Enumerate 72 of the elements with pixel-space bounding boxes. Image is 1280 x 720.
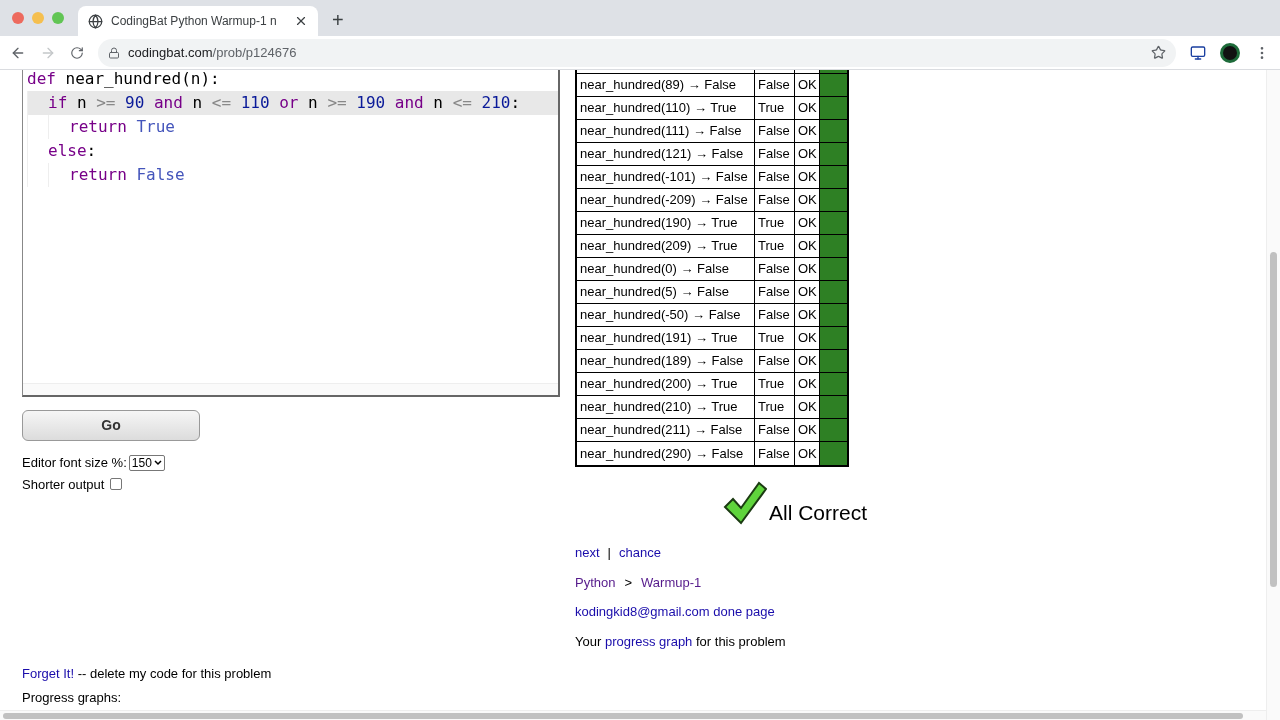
breadcrumb-separator: > [624,573,633,592]
code-line: return True [27,115,558,139]
progress-suffix: for this problem [696,633,786,649]
run-cell: False [755,350,795,372]
expected-cell: near_hundred(89) → False [577,74,755,96]
checkmark-icon [723,481,767,525]
done-page-link[interactable]: kodingkid8@gmail.com done page [575,602,880,622]
globe-icon [88,13,103,29]
run-cell: True [755,212,795,234]
run-cell: False [755,281,795,303]
run-cell: False [755,143,795,165]
bookmark-star-icon[interactable] [1151,45,1166,60]
lock-icon [108,46,120,59]
next-link[interactable]: next [575,543,600,563]
code-editor[interactable]: def near_hundred(n): if n >= 90 and n <= 110 or n >= 190 and n <= 210: return True else: return False [22,70,560,397]
forget-it-link[interactable]: Forget It! [22,666,75,681]
go-button[interactable]: Go [22,410,200,441]
expected-cell: near_hundred(111) → False [577,120,755,142]
close-icon[interactable] [294,14,308,28]
chance-link[interactable]: chance [618,543,661,563]
verdict-text: All Correct [769,499,867,526]
run-cell: False [755,74,795,96]
run-cell: True [755,373,795,395]
run-cell: False [755,442,795,465]
run-cell: False [755,189,795,211]
address-bar[interactable]: codingbat.com/prob/p124676 [98,38,1176,67]
expected-cell: near_hundred(210) → True [577,396,755,418]
progress-graph-link[interactable]: progress graph [604,633,693,649]
code-line: else: [27,139,558,163]
run-cell: True [755,235,795,257]
forget-description: -- delete my code for this problem [77,666,272,681]
expected-cell: near_hundred(200) → True [577,373,755,395]
run-cell: True [755,327,795,349]
code-line: return False [27,163,558,187]
expected-cell: near_hundred(211) → False [577,419,755,441]
expected-cell: near_hundred(191) → True [577,327,755,349]
url-text: codingbat.com/prob/p124676 [128,43,297,62]
warmup-link[interactable]: Warmup-1 [641,572,702,592]
monitor-icon[interactable] [1190,44,1206,61]
expected-cell: near_hundred(110) → True [577,97,755,119]
expected-cell: near_hundred(-101) → False [577,166,755,188]
expected-cell: near_hundred(290) → False [577,442,755,465]
code-line: def near_hundred(n): [27,70,221,90]
font-size-select[interactable]: 150 [128,454,165,471]
python-link[interactable]: Python [575,572,616,592]
separator: | [607,544,611,562]
expected-cell: near_hundred(-50) → False [577,304,755,326]
run-cell: False [755,419,795,441]
run-cell: False [755,304,795,326]
browser-tab[interactable]: CodingBat Python Warmup-1 n [78,6,318,36]
run-cell: True [755,396,795,418]
progress-prefix: Your [575,633,602,649]
progress-graphs-label: Progress graphs: [22,689,122,706]
expected-cell: near_hundred(5) → False [577,281,755,303]
shorter-output-label: Shorter output [22,475,105,494]
checkbox[interactable] [110,478,123,491]
tab-title: CodingBat Python Warmup-1 n [111,13,278,30]
expected-cell: near_hundred(209) → True [577,235,755,257]
run-cell: False [755,258,795,280]
chevron-down-icon [153,459,162,466]
run-cell: False [755,166,795,188]
new-tab-button[interactable]: + [332,8,344,32]
reload-icon[interactable] [70,45,84,60]
run-cell: False [755,120,795,142]
expected-cell: near_hundred(121) → False [577,143,755,165]
profile-avatar[interactable] [1220,42,1240,63]
expected-cell: near_hundred(-209) → False [577,189,755,211]
expected-cell: near_hundred(190) → True [577,212,755,234]
font-size-label: Editor font size %: [22,454,127,472]
run-cell: True [755,97,795,119]
expected-cell: near_hundred(189) → False [577,350,755,372]
expected-cell: near_hundred(0) → False [577,258,755,280]
